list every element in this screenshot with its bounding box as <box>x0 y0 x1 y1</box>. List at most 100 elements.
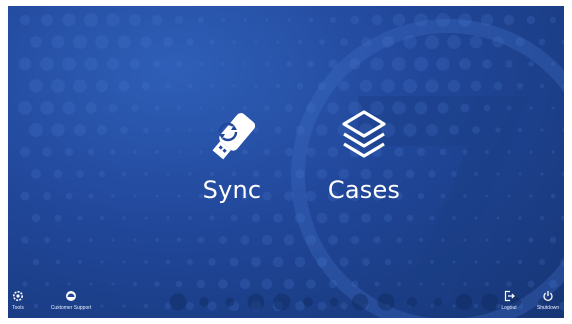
pattern-dot <box>436 13 450 27</box>
pattern-dot <box>174 15 184 25</box>
pattern-dot <box>362 258 370 266</box>
pattern-dot <box>21 236 29 244</box>
pattern-dot <box>251 213 261 223</box>
pattern-dot <box>308 17 314 23</box>
gear-icon <box>13 291 23 301</box>
pattern-dot <box>407 259 413 265</box>
pattern-dot <box>122 216 126 220</box>
pattern-dot <box>285 104 293 112</box>
pattern-dot <box>338 80 350 92</box>
pattern-dot <box>53 169 63 179</box>
pattern-dot <box>516 82 524 90</box>
pattern-dot <box>143 127 149 133</box>
pattern-dot <box>392 13 406 27</box>
tools-button[interactable]: Tools <box>11 290 25 312</box>
pattern-dot <box>43 192 51 200</box>
pattern-dot <box>164 82 172 90</box>
pattern-dot <box>474 304 478 308</box>
pattern-dot <box>32 258 40 266</box>
pattern-dot <box>506 105 512 111</box>
pattern-dot <box>426 124 438 136</box>
pattern-dot <box>111 194 115 198</box>
pattern-dot <box>433 297 443 307</box>
pattern-dot <box>44 237 50 243</box>
pattern-dot <box>503 14 515 26</box>
pattern-dot <box>407 297 417 307</box>
sync-tile[interactable]: Sync <box>182 106 282 204</box>
pattern-dot <box>492 36 504 48</box>
pattern-dot <box>210 84 214 88</box>
pattern-dot <box>339 257 349 267</box>
pattern-dot <box>463 194 467 198</box>
pattern-dot <box>110 149 116 155</box>
pattern-dot <box>307 60 315 68</box>
pattern-dot <box>74 124 86 136</box>
pattern-dot <box>473 171 479 177</box>
pattern-dot <box>350 235 360 245</box>
pattern-dot <box>539 83 545 89</box>
pattern-dot <box>418 237 424 243</box>
pattern-dot <box>539 215 545 221</box>
pattern-dot <box>370 57 384 71</box>
pattern-dot <box>403 79 417 93</box>
pattern-dot <box>166 172 170 176</box>
pattern-dot <box>485 150 489 154</box>
pattern-dot <box>463 282 467 286</box>
pattern-dot <box>414 13 428 27</box>
pattern-dot <box>20 191 30 201</box>
pattern-dot <box>73 79 87 93</box>
pattern-dot <box>187 215 193 221</box>
pattern-dot <box>528 61 534 67</box>
pattern-dot <box>254 40 258 44</box>
pattern-dot <box>540 128 544 132</box>
pattern-dot <box>247 293 265 311</box>
pattern-dot <box>441 282 445 286</box>
pattern-dot <box>296 82 304 90</box>
pattern-dot <box>78 260 82 264</box>
pattern-dot <box>33 303 39 309</box>
shutdown-button[interactable]: Shutdown <box>534 290 562 312</box>
pattern-dot <box>361 213 371 223</box>
pattern-dot <box>176 61 182 67</box>
pattern-dot <box>177 194 181 198</box>
pattern-dot <box>100 304 104 308</box>
pattern-dot <box>451 171 457 177</box>
pattern-dot <box>31 213 41 223</box>
pattern-dot <box>463 238 467 242</box>
pattern-dot <box>540 172 544 176</box>
home-screen: Sync Cases Tools Customer Support Logout… <box>8 6 564 318</box>
pattern-dot <box>382 36 394 48</box>
pattern-dot <box>30 36 42 48</box>
pattern-dot <box>306 279 316 289</box>
customer-support-button[interactable]: Customer Support <box>42 290 100 312</box>
pattern-dot <box>107 58 119 70</box>
pattern-dot <box>429 215 435 221</box>
pattern-dot <box>455 293 473 311</box>
pattern-dot <box>548 279 558 289</box>
pattern-dot <box>197 236 205 244</box>
pattern-dot <box>350 15 360 25</box>
usb-sync-icon <box>212 113 256 160</box>
pattern-dot <box>414 57 428 71</box>
pattern-dot <box>95 79 109 93</box>
pattern-dot <box>351 280 359 288</box>
pattern-dot <box>187 83 193 89</box>
pattern-dot <box>54 214 62 222</box>
pattern-dot <box>305 234 317 246</box>
pattern-dot <box>518 172 522 176</box>
pattern-dot <box>517 259 523 265</box>
pattern-dot <box>496 172 500 176</box>
pattern-dot <box>121 171 127 177</box>
pattern-dot <box>470 80 482 92</box>
pattern-dot <box>265 18 269 22</box>
pattern-dot <box>221 62 225 66</box>
pattern-dot <box>551 62 555 66</box>
cases-tile[interactable]: Cases <box>314 106 414 204</box>
pattern-dot <box>506 281 512 287</box>
pattern-dot <box>207 301 217 311</box>
pattern-dot <box>111 238 115 242</box>
pattern-dot <box>19 14 31 26</box>
logout-button[interactable]: Logout <box>497 290 521 312</box>
pattern-dot <box>169 293 187 311</box>
pattern-dot <box>166 216 170 220</box>
